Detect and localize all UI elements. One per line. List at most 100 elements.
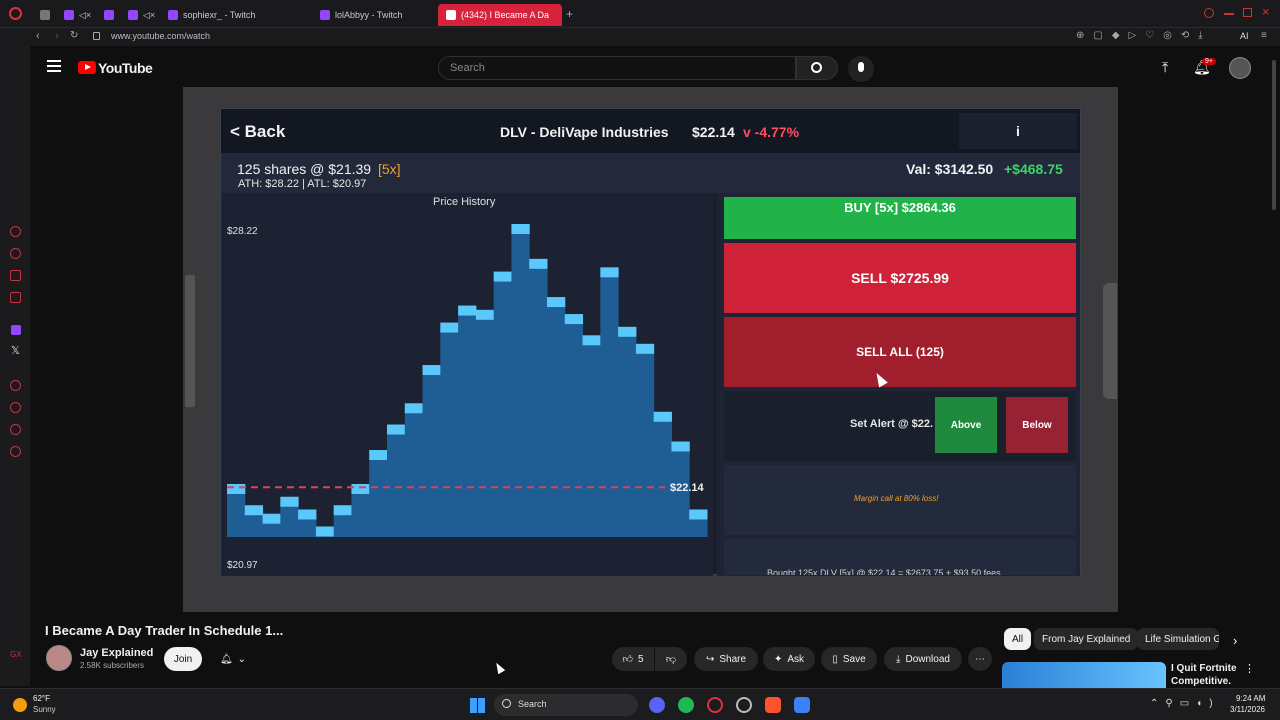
save-button[interactable]: ▯ Save [821, 647, 877, 671]
download-button[interactable]: ⤓ Download [884, 647, 962, 671]
sidebar-app-icon[interactable] [10, 380, 21, 391]
back-icon[interactable]: ‹ [36, 30, 40, 42]
taskbar-search[interactable]: Search [494, 694, 638, 716]
price-point [635, 343, 655, 354]
windows-start-icon[interactable] [470, 698, 485, 713]
page-scrollbar[interactable] [1272, 60, 1276, 210]
twitch-icon[interactable] [11, 325, 21, 335]
voice-search-button[interactable] [848, 56, 874, 82]
x-icon[interactable]: 𝕏 [11, 344, 20, 357]
chip-from-channel[interactable]: From Jay Explained [1034, 628, 1139, 650]
tab-label: (4342) I Became A Da [461, 10, 550, 20]
recommended-title-line1[interactable]: I Quit Fortnite [1171, 663, 1237, 674]
like-button[interactable]: 👍︎ 5 [612, 647, 654, 671]
price-point [618, 326, 637, 337]
tray-icons[interactable]: ⌃⚲▭◖) [1150, 698, 1220, 709]
sidebar-app-icon[interactable] [10, 226, 21, 237]
share-button[interactable]: ↪ Share [694, 647, 758, 671]
search-button[interactable] [796, 56, 838, 80]
reload-icon[interactable]: ↻ [70, 30, 78, 41]
weather-icon[interactable] [13, 698, 27, 712]
clock-time[interactable]: 9:24 AM [1236, 694, 1265, 703]
price-area-bar [369, 455, 388, 537]
price-area-bar [280, 501, 299, 537]
join-button[interactable]: Join [164, 647, 202, 671]
chip-life-simulation[interactable]: Life Simulation G [1137, 628, 1219, 650]
twitch-icon [64, 10, 74, 20]
opera-gx-icon[interactable] [707, 697, 723, 713]
price-area-bar [582, 340, 601, 537]
ai-button[interactable]: AI [1240, 31, 1249, 41]
price-area-bar [422, 370, 441, 537]
sidebar-app-icon[interactable] [10, 292, 21, 303]
dislike-button[interactable]: 👎︎ [655, 647, 687, 671]
download-icon: ⤓ [896, 653, 901, 665]
tab-label: lolAbbyy - Twitch [335, 10, 403, 20]
youtube-logo-icon[interactable] [78, 61, 96, 74]
subscribed-bell-button[interactable]: 🔔︎ ⌄ [209, 647, 257, 671]
sidebar-app-icon[interactable] [10, 424, 21, 435]
url-field[interactable]: www.youtube.com/watch [111, 31, 210, 41]
app-icon[interactable] [794, 697, 810, 713]
recommended-more-icon[interactable]: ⋮ [1244, 662, 1255, 675]
youtube-logo-text[interactable]: YouTube [98, 60, 153, 76]
alert-above-button[interactable]: Above [935, 397, 997, 453]
windows-taskbar: 62°F Sunny Search ⌃⚲▭◖) 9:24 AM 3/11/202… [0, 688, 1280, 720]
price-area-bar [475, 314, 495, 537]
spotify-icon[interactable] [678, 697, 694, 713]
sidebar-app-icon[interactable] [10, 270, 21, 281]
weather-temp[interactable]: 62°F [33, 694, 50, 703]
video-frame-edge-right [1103, 283, 1117, 399]
brave-icon[interactable] [765, 697, 781, 713]
download-label: Download [905, 653, 950, 665]
tab-sophiexr[interactable]: sophiexr_ - Twitch [160, 4, 310, 26]
recommended-title-line2[interactable]: Competitive. [1171, 676, 1231, 687]
sidebar-app-icon[interactable]: GX [10, 650, 22, 659]
sidebar-app-icon[interactable] [10, 402, 21, 413]
discord-icon[interactable] [649, 697, 665, 713]
sidebar-app-icon[interactable] [10, 248, 21, 259]
search-icon [502, 699, 511, 708]
tab-1[interactable] [32, 4, 56, 26]
price-point [671, 441, 690, 452]
alert-below-button[interactable]: Below [1006, 397, 1068, 453]
clock-date[interactable]: 3/11/2026 [1230, 705, 1265, 714]
tab-3[interactable] [96, 4, 120, 26]
more-actions-button[interactable]: ⋯ [968, 647, 992, 671]
tab-2[interactable]: ◁× [56, 4, 96, 26]
settings-icon[interactable] [10, 446, 21, 457]
browser-sidebar: 𝕏 GX [0, 46, 30, 686]
avatar[interactable] [1229, 57, 1251, 79]
channel-avatar[interactable] [46, 645, 72, 671]
chips-next-icon[interactable]: › [1233, 633, 1237, 648]
like-count: 5 [637, 653, 644, 665]
tab-youtube-active[interactable]: (4342) I Became A Da [438, 4, 562, 26]
menu-icon[interactable]: ≡ [1261, 30, 1267, 41]
current-price-label: $22.14 [670, 482, 704, 494]
margin-warning: Margin call at 80% loss! [854, 494, 939, 503]
ask-button[interactable]: ✦ Ask [763, 647, 815, 671]
search-tabs-icon[interactable] [1204, 8, 1214, 18]
minimize-icon[interactable] [1224, 13, 1234, 15]
sell-all-button[interactable]: SELL ALL (125) [724, 317, 1076, 387]
hamburger-menu-icon[interactable] [47, 60, 61, 72]
tab-lolabbyy[interactable]: lolAbbyy - Twitch [312, 4, 436, 26]
maximize-icon[interactable] [1243, 8, 1252, 17]
subscriber-count: 2.58K subscribers [80, 661, 145, 670]
app-icon[interactable] [736, 697, 752, 713]
chip-all[interactable]: All [1004, 628, 1032, 650]
close-icon[interactable]: × [1262, 4, 1270, 19]
sell-button[interactable]: SELL $2725.99 [724, 243, 1076, 313]
opera-logo-icon[interactable] [9, 7, 22, 20]
forward-icon[interactable]: › [55, 30, 59, 42]
upload-icon[interactable]: ⤒ [1162, 59, 1168, 76]
price-area-bar [653, 416, 672, 537]
recommended-thumbnail[interactable] [1002, 662, 1166, 688]
channel-name[interactable]: Jay Explained [80, 647, 153, 659]
price-point [689, 509, 708, 520]
search-input[interactable]: Search [438, 56, 796, 80]
new-tab-button[interactable]: + [566, 7, 573, 21]
browser-toolbar-icons[interactable]: ⊕▢◆▷♡◎⟲⤓ [1076, 30, 1212, 41]
buy-button[interactable]: BUY [5x] $2864.36 [724, 197, 1076, 239]
tab-4[interactable]: ◁× [120, 4, 160, 26]
